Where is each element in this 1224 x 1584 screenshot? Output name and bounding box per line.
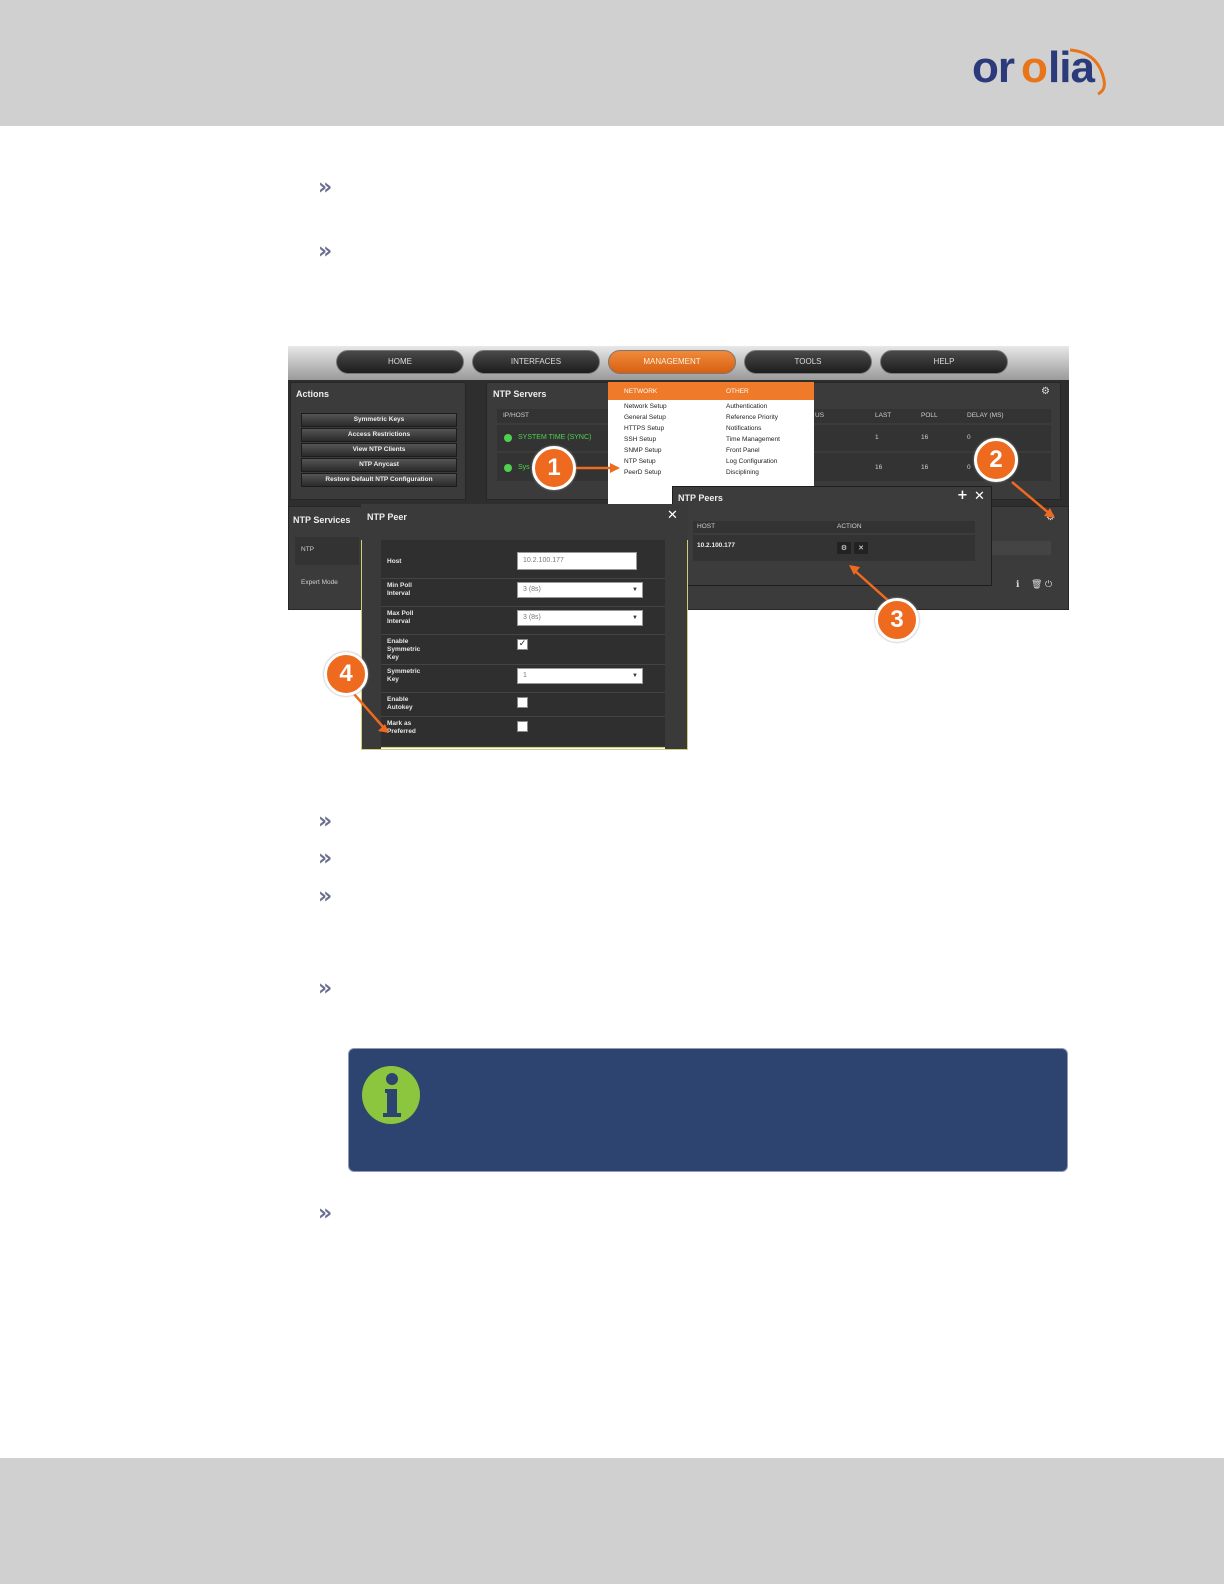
bullet-icon: » [318,1201,333,1226]
bullet-icon: » [318,884,333,909]
bullet-icon: » [318,846,333,871]
info-note [348,1048,1068,1172]
page-footer-band [0,1458,1224,1584]
info-icon [362,1066,420,1124]
bullet-icon: » [318,976,333,1001]
callout-3: 3 [875,598,919,642]
callout-1: 1 [532,446,576,490]
callout-2: 2 [974,438,1018,482]
callout-arrows [353,463,1055,733]
bullet-icon: » [318,809,333,834]
callout-4: 4 [324,652,368,696]
